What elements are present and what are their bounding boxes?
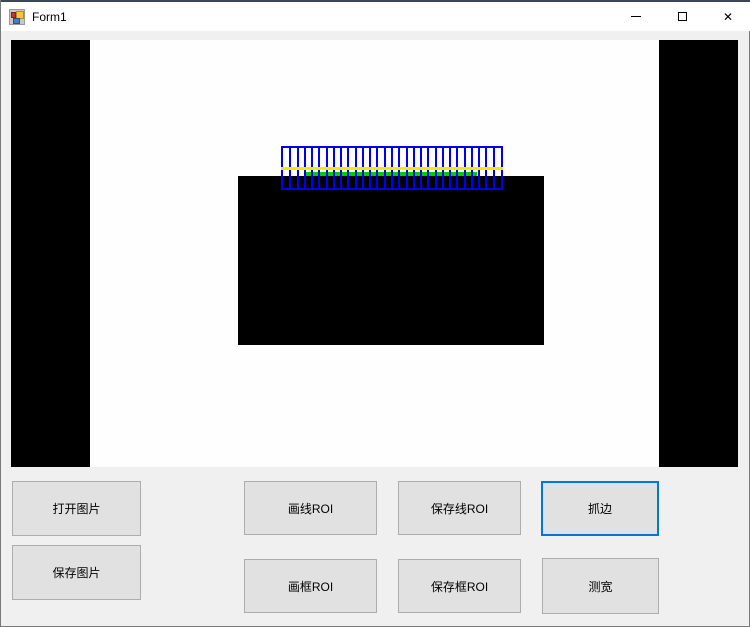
title-bar[interactable]: Form1 ✕ bbox=[1, 0, 750, 31]
minimize-button[interactable] bbox=[613, 2, 659, 31]
image-black-bar-left bbox=[11, 40, 90, 467]
minimize-icon bbox=[631, 16, 641, 17]
draw-line-roi-button[interactable]: 画线ROI bbox=[244, 481, 377, 535]
close-button[interactable]: ✕ bbox=[705, 2, 750, 31]
form-window: { "window": { "title": "Form1", "icons":… bbox=[0, 0, 750, 627]
maximize-button[interactable] bbox=[659, 2, 705, 31]
image-viewer[interactable] bbox=[11, 40, 738, 467]
save-line-roi-button[interactable]: 保存线ROI bbox=[398, 481, 521, 535]
window-controls: ✕ bbox=[613, 2, 750, 31]
window-title: Form1 bbox=[32, 10, 67, 24]
open-image-button[interactable]: 打开图片 bbox=[12, 481, 141, 536]
image-black-bar-right bbox=[659, 40, 738, 467]
save-rect-roi-button[interactable]: 保存框ROI bbox=[398, 559, 521, 613]
app-icon bbox=[9, 9, 25, 25]
close-icon: ✕ bbox=[723, 11, 733, 23]
save-image-button[interactable]: 保存图片 bbox=[12, 545, 141, 600]
app-icon-blue-square bbox=[13, 18, 20, 24]
roi-scan-line bbox=[281, 167, 503, 170]
grab-edge-button[interactable]: 抓边 bbox=[541, 481, 659, 536]
draw-rect-roi-button[interactable]: 画框ROI bbox=[244, 559, 377, 613]
image-center-black-block bbox=[238, 176, 544, 345]
maximize-icon bbox=[678, 12, 687, 21]
measure-width-button[interactable]: 测宽 bbox=[542, 558, 659, 614]
